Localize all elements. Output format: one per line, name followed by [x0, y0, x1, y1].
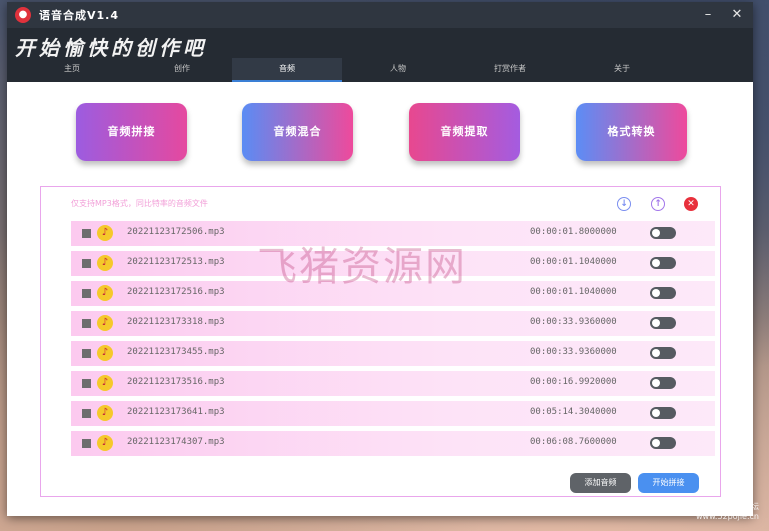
file-name: 20221123173641.mp3 — [127, 407, 225, 417]
music-note-icon: ♪ — [97, 375, 113, 391]
row-checkbox[interactable] — [82, 409, 91, 418]
music-note-icon: ♪ — [97, 405, 113, 421]
audio-extract-button[interactable]: 音频提取 — [409, 103, 520, 161]
window-title: 语音合成V1.4 — [39, 9, 119, 22]
tab-audio[interactable]: 音频 — [232, 58, 342, 82]
preview-toggle[interactable] — [650, 437, 676, 449]
file-name: 20221123173318.mp3 — [127, 317, 225, 327]
music-note-icon: ♪ — [97, 225, 113, 241]
row-checkbox[interactable] — [82, 289, 91, 298]
row-checkbox[interactable] — [82, 349, 91, 358]
toggle-knob — [652, 349, 660, 357]
tab-characters[interactable]: 人物 — [343, 58, 453, 82]
toggle-knob — [652, 379, 660, 387]
preview-toggle[interactable] — [650, 227, 676, 239]
close-window-button[interactable]: ✕ — [726, 5, 748, 25]
file-name: 20221123173516.mp3 — [127, 377, 225, 387]
toggle-knob — [652, 319, 660, 327]
file-row[interactable]: ♪ 20221123173455.mp3 00:00:33.9360000 — [71, 341, 715, 366]
audio-concat-button[interactable]: 音频拼接 — [76, 103, 187, 161]
audio-page: 音频拼接 音频混合 音频提取 格式转换 仅支持MP3格式，同比特率的音频文件 ↓… — [7, 82, 753, 516]
file-duration: 00:00:16.9920000 — [530, 377, 617, 387]
toggle-knob — [652, 289, 660, 297]
file-list-panel: 仅支持MP3格式，同比特率的音频文件 ↓ ↑ ✕ ♪ 20221123172506… — [40, 186, 721, 497]
preview-toggle[interactable] — [650, 287, 676, 299]
music-note-icon: ♪ — [97, 345, 113, 361]
app-window: ● 语音合成V1.4 – ✕ 开始愉快的创作吧 主页 创作 音频 人物 打赏作者… — [7, 2, 753, 516]
format-hint: 仅支持MP3格式，同比特率的音频文件 — [71, 199, 208, 208]
preview-toggle[interactable] — [650, 377, 676, 389]
app-logo-icon: ● — [15, 7, 31, 23]
tab-donate[interactable]: 打赏作者 — [455, 58, 565, 82]
row-checkbox[interactable] — [82, 229, 91, 238]
row-checkbox[interactable] — [82, 439, 91, 448]
file-duration: 00:05:14.3040000 — [530, 407, 617, 417]
add-audio-button[interactable]: 添加音频 — [570, 473, 631, 493]
file-duration: 00:06:08.7600000 — [530, 437, 617, 447]
file-name: 20221123172516.mp3 — [127, 287, 225, 297]
preview-toggle[interactable] — [650, 407, 676, 419]
file-name: 20221123172506.mp3 — [127, 227, 225, 237]
file-duration: 00:00:33.9360000 — [530, 317, 617, 327]
format-convert-button[interactable]: 格式转换 — [576, 103, 687, 161]
file-name: 20221123174307.mp3 — [127, 437, 225, 447]
clear-list-icon[interactable]: ✕ — [684, 197, 698, 211]
site-watermark-text: 吾爱破解论坛 www.52pojie.cn — [696, 502, 759, 521]
toggle-knob — [652, 409, 660, 417]
row-checkbox[interactable] — [82, 259, 91, 268]
app-header: 开始愉快的创作吧 主页 创作 音频 人物 打赏作者 关于 — [7, 28, 753, 82]
music-note-icon: ♪ — [97, 285, 113, 301]
toggle-knob — [652, 259, 660, 267]
site-watermark: 吾爱破解论坛 www.52pojie.cn — [696, 502, 759, 522]
row-checkbox[interactable] — [82, 379, 91, 388]
tab-create[interactable]: 创作 — [127, 58, 237, 82]
row-checkbox[interactable] — [82, 319, 91, 328]
watermark-text: 飞猪资源网 — [257, 244, 467, 290]
minimize-button[interactable]: – — [697, 5, 719, 25]
move-down-icon[interactable]: ↓ — [617, 197, 631, 211]
toggle-knob — [652, 439, 660, 447]
preview-toggle[interactable] — [650, 317, 676, 329]
title-bar: ● 语音合成V1.4 – ✕ — [7, 2, 753, 28]
tab-home[interactable]: 主页 — [17, 58, 127, 82]
music-note-icon: ♪ — [97, 435, 113, 451]
file-row[interactable]: ♪ 20221123173641.mp3 00:05:14.3040000 — [71, 401, 715, 426]
tab-bar: 主页 创作 音频 人物 打赏作者 关于 — [7, 58, 753, 82]
file-duration: 00:00:01.1040000 — [530, 257, 617, 267]
file-duration: 00:00:01.8000000 — [530, 227, 617, 237]
file-row[interactable]: ♪ 20221123174307.mp3 00:06:08.7600000 — [71, 431, 715, 456]
music-note-icon: ♪ — [97, 315, 113, 331]
preview-toggle[interactable] — [650, 347, 676, 359]
move-up-icon[interactable]: ↑ — [651, 197, 665, 211]
audio-mix-button[interactable]: 音频混合 — [242, 103, 353, 161]
tab-about[interactable]: 关于 — [567, 58, 677, 82]
toggle-knob — [652, 229, 660, 237]
file-duration: 00:00:01.1040000 — [530, 287, 617, 297]
file-row[interactable]: ♪ 20221123173516.mp3 00:00:16.9920000 — [71, 371, 715, 396]
start-concat-button[interactable]: 开始拼接 — [638, 473, 699, 493]
file-duration: 00:00:33.9360000 — [530, 347, 617, 357]
slogan: 开始愉快的创作吧 — [15, 36, 207, 60]
preview-toggle[interactable] — [650, 257, 676, 269]
file-name: 20221123173455.mp3 — [127, 347, 225, 357]
music-note-icon: ♪ — [97, 255, 113, 271]
file-name: 20221123172513.mp3 — [127, 257, 225, 267]
file-row[interactable]: ♪ 20221123173318.mp3 00:00:33.9360000 — [71, 311, 715, 336]
